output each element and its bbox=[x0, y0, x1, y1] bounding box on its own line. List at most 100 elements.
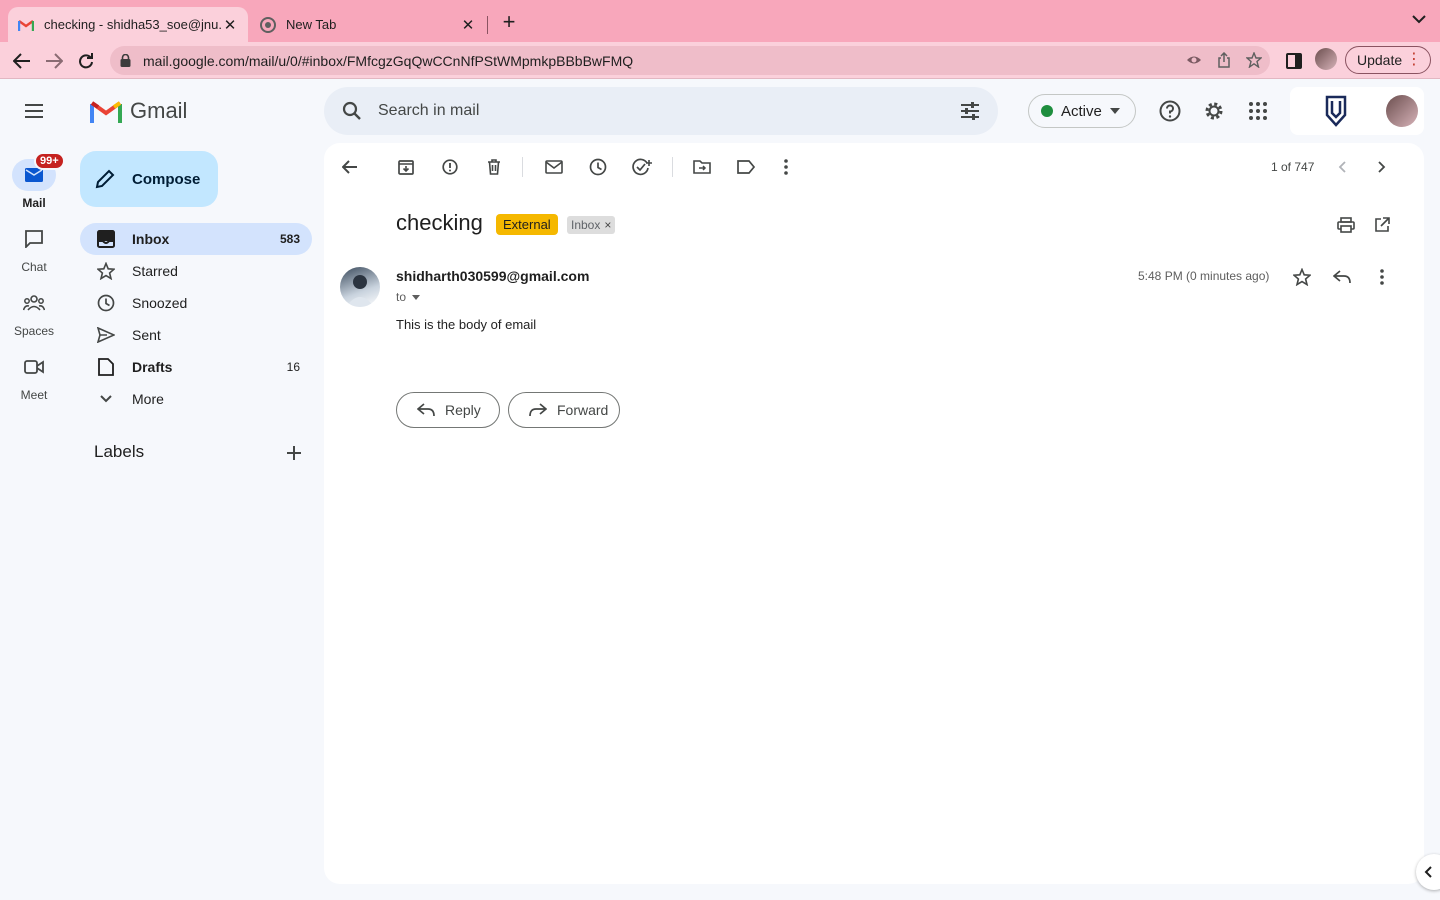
compose-button[interactable]: Compose bbox=[80, 151, 218, 207]
close-tab-icon[interactable]: ✕ bbox=[222, 16, 238, 34]
forward-arrow-icon[interactable] bbox=[42, 49, 66, 73]
organization-logo-icon bbox=[1324, 95, 1348, 127]
toolbar-divider bbox=[522, 157, 523, 177]
reload-icon[interactable] bbox=[74, 49, 98, 73]
rail-item-spaces[interactable]: Spaces bbox=[0, 287, 68, 338]
spaces-icon bbox=[12, 287, 56, 319]
browser-tabstrip: checking - shidha53_soe@jnu.ac.in ✕ New … bbox=[0, 0, 1440, 42]
reply-label: Reply bbox=[445, 402, 481, 418]
update-button[interactable]: Update ⋮ bbox=[1345, 46, 1431, 74]
back-arrow-icon[interactable] bbox=[10, 49, 34, 73]
profile-avatar[interactable] bbox=[1315, 48, 1337, 70]
gmail-icon bbox=[18, 17, 34, 33]
search-bar[interactable]: Search in mail bbox=[324, 87, 998, 135]
tab-divider bbox=[487, 16, 488, 34]
side-panel-icon[interactable] bbox=[1282, 49, 1306, 73]
browser-tab-newtab[interactable]: New Tab ✕ bbox=[250, 7, 486, 42]
caret-down-icon bbox=[412, 294, 421, 300]
compose-label: Compose bbox=[132, 170, 201, 188]
browser-tab-gmail[interactable]: checking - shidha53_soe@jnu.ac.in ✕ bbox=[8, 7, 248, 42]
sender-email[interactable]: shidharth030599@gmail.com bbox=[396, 268, 589, 284]
chevron-down-icon bbox=[96, 389, 116, 409]
rail-label: Chat bbox=[21, 260, 47, 274]
status-dropdown[interactable]: Active bbox=[1028, 94, 1136, 128]
close-tab-icon[interactable]: ✕ bbox=[460, 16, 476, 34]
archive-icon[interactable] bbox=[394, 155, 418, 179]
nav-item-inbox[interactable]: Inbox 583 bbox=[80, 223, 312, 255]
chip-label: Inbox bbox=[571, 218, 601, 232]
mark-unread-icon[interactable] bbox=[542, 155, 566, 179]
message-subject: checking bbox=[396, 210, 483, 235]
chat-icon bbox=[12, 223, 56, 255]
back-to-inbox-icon[interactable] bbox=[338, 155, 362, 179]
forward-arrow-icon bbox=[529, 401, 547, 419]
label-tag-icon[interactable] bbox=[734, 155, 758, 179]
update-label: Update bbox=[1357, 52, 1403, 68]
nav-label: Drafts bbox=[132, 359, 173, 375]
move-to-icon[interactable] bbox=[690, 155, 714, 179]
more-vert-icon: ⋮ bbox=[1406, 51, 1422, 68]
gmail-logo[interactable]: Gmail bbox=[90, 98, 187, 124]
tab-search-chevron-icon[interactable] bbox=[1412, 14, 1426, 24]
pencil-icon bbox=[94, 167, 118, 191]
account-avatar[interactable] bbox=[1386, 95, 1418, 127]
send-icon bbox=[96, 325, 116, 345]
message-body: This is the body of email bbox=[396, 317, 537, 332]
caret-down-icon bbox=[1109, 108, 1120, 114]
report-spam-icon[interactable] bbox=[438, 155, 462, 179]
snooze-icon[interactable] bbox=[586, 155, 610, 179]
share-icon[interactable] bbox=[1216, 52, 1232, 68]
search-icon[interactable] bbox=[342, 101, 362, 121]
message-more-icon[interactable] bbox=[1370, 265, 1394, 289]
print-icon[interactable] bbox=[1334, 213, 1358, 237]
rail-item-mail[interactable]: 99+ Mail bbox=[0, 152, 68, 210]
apps-grid-icon[interactable] bbox=[1246, 99, 1270, 123]
search-options-icon[interactable] bbox=[960, 101, 980, 121]
star-message-icon[interactable] bbox=[1290, 265, 1314, 289]
status-dot bbox=[1041, 105, 1053, 117]
forward-button[interactable]: Forward bbox=[508, 392, 620, 428]
draft-icon bbox=[96, 357, 116, 377]
nav-item-snoozed[interactable]: Snoozed bbox=[80, 287, 312, 319]
recipient-details[interactable]: to bbox=[396, 290, 421, 304]
sender-avatar[interactable] bbox=[340, 267, 380, 307]
reply-button[interactable]: Reply bbox=[396, 392, 500, 428]
bookmark-star-icon[interactable] bbox=[1246, 52, 1262, 68]
new-tab-icon[interactable]: + bbox=[498, 11, 520, 34]
tab-title: New Tab bbox=[286, 17, 337, 32]
clock-icon bbox=[96, 293, 116, 313]
unread-badge: 99+ bbox=[34, 152, 65, 170]
older-chevron-icon[interactable] bbox=[1370, 155, 1394, 179]
rail-item-meet[interactable]: Meet bbox=[0, 351, 68, 402]
rail-label: Spaces bbox=[13, 324, 55, 338]
delete-trash-icon[interactable] bbox=[482, 155, 506, 179]
nav-item-starred[interactable]: Starred bbox=[80, 255, 312, 287]
more-options-icon[interactable] bbox=[774, 155, 798, 179]
main-menu-icon[interactable] bbox=[22, 99, 46, 123]
mail-icon: 99+ bbox=[12, 152, 65, 191]
labels-heading: Labels bbox=[94, 442, 145, 461]
open-new-window-icon[interactable] bbox=[1370, 213, 1394, 237]
rail-item-chat[interactable]: Chat bbox=[0, 223, 68, 274]
address-bar[interactable]: mail.google.com/mail/u/0/#inbox/FMfcgzGq… bbox=[110, 46, 1270, 75]
settings-gear-icon[interactable] bbox=[1202, 99, 1226, 123]
toolbar-divider bbox=[672, 157, 673, 177]
nav-item-more[interactable]: More bbox=[80, 383, 312, 415]
search-input[interactable]: Search in mail bbox=[378, 102, 479, 120]
reply-icon[interactable] bbox=[1330, 265, 1354, 289]
inbox-icon bbox=[96, 229, 116, 249]
nav-item-drafts[interactable]: Drafts 16 bbox=[80, 351, 312, 383]
remove-label-icon[interactable]: × bbox=[604, 218, 611, 232]
add-to-tasks-icon[interactable] bbox=[630, 155, 654, 179]
lock-icon[interactable] bbox=[120, 54, 131, 67]
nav-item-sent[interactable]: Sent bbox=[80, 319, 312, 351]
account-switcher[interactable] bbox=[1290, 87, 1424, 135]
help-icon[interactable] bbox=[1158, 99, 1182, 123]
eye-off-icon[interactable] bbox=[1186, 52, 1202, 68]
add-label-icon[interactable] bbox=[284, 443, 304, 463]
newer-chevron-icon[interactable] bbox=[1330, 155, 1354, 179]
rail-label: Mail bbox=[22, 196, 46, 210]
side-panel-toggle-icon[interactable] bbox=[1416, 854, 1440, 890]
star-icon bbox=[96, 261, 116, 281]
to-label: to bbox=[396, 290, 407, 304]
